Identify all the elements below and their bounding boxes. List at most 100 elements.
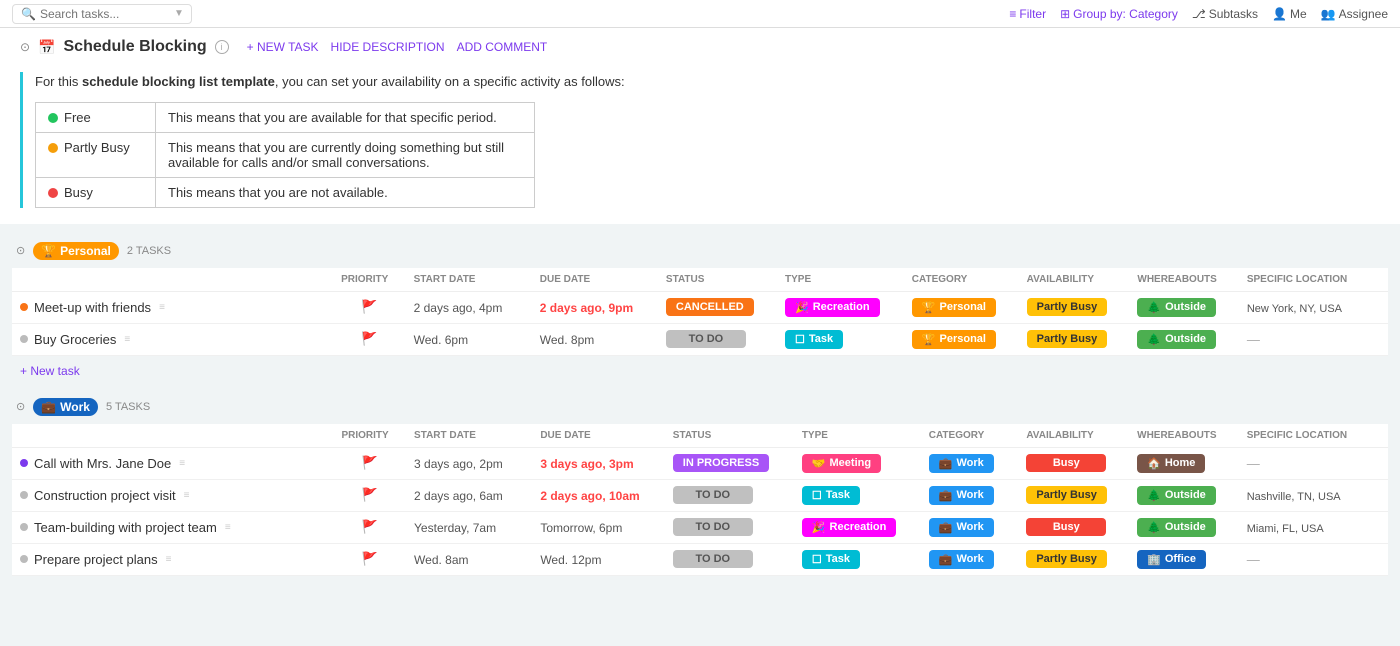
table-row: Team-building with project team ≡ 🚩 Yest… — [12, 511, 1388, 543]
top-bar: 🔍 ▼ ≡ Filter ⊞ Group by: Category ⎇ Subt… — [0, 0, 1400, 28]
task-category: 🏆 Personal — [904, 291, 1019, 323]
status-desc-partly: This means that you are currently doing … — [156, 132, 535, 177]
new-task-action[interactable]: + NEW TASK — [247, 40, 319, 54]
col-header-category: CATEGORY — [921, 424, 1019, 448]
task-name[interactable]: Meet-up with friends — [34, 300, 151, 315]
back-icon[interactable]: ⊙ — [20, 40, 30, 54]
task-drag-icon: ≡ — [184, 490, 190, 501]
col-header-due: DUE DATE — [532, 268, 658, 292]
work-task-count: 5 TASKS — [106, 401, 150, 413]
task-start-date: Wed. 8am — [406, 543, 532, 575]
work-task-table: PRIORITY START DATE DUE DATE STATUS TYPE… — [12, 424, 1388, 576]
search-box[interactable]: 🔍 ▼ — [12, 4, 192, 24]
task-due-date: Tomorrow, 6pm — [532, 511, 664, 543]
task-priority: 🚩 — [333, 543, 406, 575]
task-name-cell: Construction project visit ≡ — [12, 479, 333, 511]
col-header-where: WHEREABOUTS — [1129, 268, 1238, 292]
priority-flag-icon: 🚩 — [362, 487, 378, 502]
work-badge: 💼 Work — [33, 398, 98, 416]
dot-free — [48, 113, 58, 123]
section-header-personal[interactable]: ⊙ 🏆 Personal 2 TASKS — [12, 234, 1388, 268]
col-header-loc: SPECIFIC LOCATION — [1239, 424, 1388, 448]
assignee-button[interactable]: 👥 Assignee — [1321, 7, 1388, 21]
task-whereabouts: 🏠 Home — [1129, 447, 1239, 479]
task-location: Nashville, TN, USA — [1239, 479, 1388, 511]
hide-description-action[interactable]: HIDE DESCRIPTION — [331, 40, 445, 54]
task-availability: Busy — [1018, 511, 1129, 543]
add-comment-action[interactable]: ADD COMMENT — [457, 40, 548, 54]
task-category: 💼 Work — [921, 543, 1019, 575]
filter-button[interactable]: ≡ Filter — [1009, 7, 1046, 21]
task-location: New York, NY, USA — [1239, 291, 1388, 323]
task-name-cell: Meet-up with friends ≡ — [12, 291, 333, 323]
task-whereabouts: 🏢 Office — [1129, 543, 1239, 575]
cat-badge-personal: 🏆 Personal — [912, 298, 996, 317]
task-whereabouts: 🌲 Outside — [1129, 323, 1238, 355]
col-header-name — [12, 424, 333, 448]
task-dot — [20, 523, 28, 531]
task-dot — [20, 335, 28, 343]
status-desc-busy: This means that you are not available. — [156, 177, 535, 207]
page-title-row: ⊙ 📅 Schedule Blocking i + NEW TASK HIDE … — [20, 38, 1380, 56]
task-name-cell: Call with Mrs. Jane Doe ≡ — [12, 447, 333, 479]
where-badge-outside: 🌲 Outside — [1137, 486, 1216, 505]
task-whereabouts: 🌲 Outside — [1129, 511, 1239, 543]
where-badge-home: 🏠 Home — [1137, 454, 1205, 473]
group-by-button[interactable]: ⊞ Group by: Category — [1060, 7, 1178, 21]
type-badge-task: ☐ Task — [802, 486, 860, 505]
add-task-personal[interactable]: + New task — [12, 360, 1388, 382]
task-dot — [20, 555, 28, 563]
task-drag-icon: ≡ — [179, 458, 185, 469]
col-header-loc: SPECIFIC LOCATION — [1239, 268, 1388, 292]
section-work: ⊙ 💼 Work 5 TASKS PRIORITY START DATE DUE… — [12, 390, 1388, 576]
search-input[interactable] — [40, 7, 170, 21]
task-name[interactable]: Prepare project plans — [34, 552, 158, 567]
task-status: TO DO — [665, 543, 794, 575]
task-name[interactable]: Buy Groceries — [34, 332, 116, 347]
col-header-type: TYPE — [777, 268, 904, 292]
personal-toggle-icon[interactable]: ⊙ — [16, 244, 25, 257]
task-name[interactable]: Team-building with project team — [34, 520, 217, 535]
task-status: CANCELLED — [658, 291, 777, 323]
task-category: 🏆 Personal — [904, 323, 1019, 355]
section-header-work[interactable]: ⊙ 💼 Work 5 TASKS — [12, 390, 1388, 424]
task-priority: 🚩 — [333, 447, 406, 479]
table-row: Prepare project plans ≡ 🚩 Wed. 8am Wed. … — [12, 543, 1388, 575]
work-toggle-icon[interactable]: ⊙ — [16, 400, 25, 413]
task-name[interactable]: Call with Mrs. Jane Doe — [34, 456, 171, 471]
task-availability: Busy — [1018, 447, 1129, 479]
task-category: 💼 Work — [921, 447, 1019, 479]
task-due-date: 2 days ago, 10am — [532, 479, 664, 511]
cat-badge-work: 💼 Work — [929, 550, 994, 569]
col-header-priority: PRIORITY — [333, 424, 406, 448]
task-dot — [20, 459, 28, 467]
recreation-icon: 🎉 — [812, 521, 826, 534]
task-type-icon: ☐ — [812, 489, 822, 502]
task-type: 🎉 Recreation — [777, 291, 904, 323]
subtasks-button[interactable]: ⎇ Subtasks — [1192, 7, 1258, 21]
col-header-status: STATUS — [658, 268, 777, 292]
new-task-label[interactable]: + New task — [12, 360, 88, 382]
cat-badge-work: 💼 Work — [929, 518, 994, 537]
task-type: ☐ Task — [777, 323, 904, 355]
task-due-date: Wed. 12pm — [532, 543, 664, 575]
task-name[interactable]: Construction project visit — [34, 488, 176, 503]
task-availability: Partly Busy — [1019, 323, 1130, 355]
where-badge-office: 🏢 Office — [1137, 550, 1206, 569]
search-dropdown-icon[interactable]: ▼ — [174, 8, 184, 19]
me-button[interactable]: 👤 Me — [1272, 7, 1307, 21]
task-priority: 🚩 — [333, 479, 406, 511]
sections-container: ⊙ 🏆 Personal 2 TASKS PRIORITY START DATE… — [0, 224, 1400, 590]
task-status: IN PROGRESS — [665, 447, 794, 479]
col-header-due: DUE DATE — [532, 424, 664, 448]
top-bar-right: ≡ Filter ⊞ Group by: Category ⎇ Subtasks… — [1009, 7, 1388, 21]
status-row-partly: Partly Busy This means that you are curr… — [36, 132, 535, 177]
priority-flag-icon: 🚩 — [361, 331, 377, 346]
description-area: For this schedule blocking list template… — [0, 72, 1400, 224]
task-availability: Partly Busy — [1018, 543, 1129, 575]
task-due-date: 3 days ago, 3pm — [532, 447, 664, 479]
work-cat-icon: 💼 — [939, 521, 953, 534]
priority-flag-icon: 🚩 — [362, 551, 378, 566]
calendar-icon: 📅 — [38, 39, 55, 56]
info-icon: i — [215, 40, 229, 54]
